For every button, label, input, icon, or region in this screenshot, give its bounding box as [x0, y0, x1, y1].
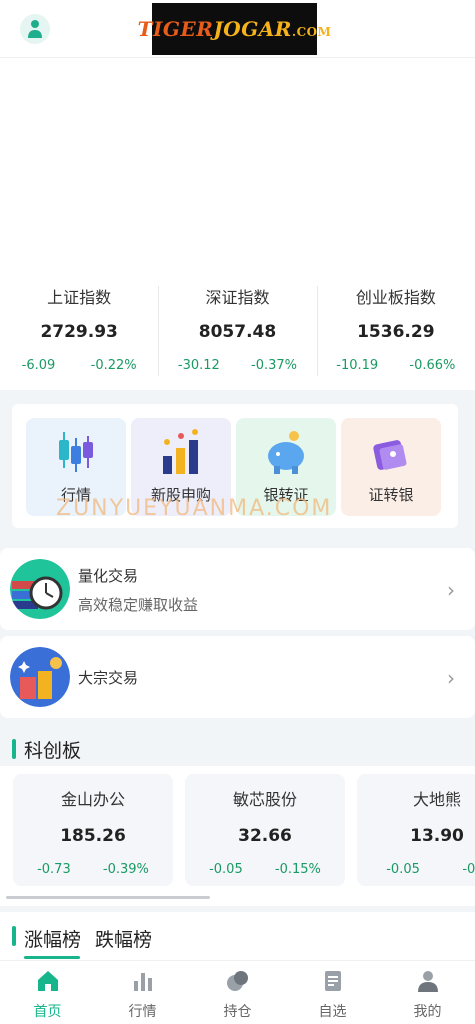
quick-label: 行情: [60, 486, 91, 504]
candlestick-icon: [59, 432, 93, 472]
bar-growth-icon: [163, 429, 198, 474]
stock-name: 大地熊: [412, 790, 461, 809]
top-header: TIGERJOGAR.COM: [0, 0, 475, 58]
quant-trading-card[interactable]: 量化交易 高效稳定赚取收益 ›: [0, 548, 475, 630]
market-indices: 上证指数 2729.93 -6.09 -0.22% 深证指数 8057.48 -…: [0, 266, 475, 390]
feature-title: 大宗交易: [78, 669, 139, 687]
user-icon: [28, 20, 42, 38]
home-icon: [37, 971, 58, 991]
section-accent-bar: [12, 926, 16, 946]
rank-tabs: 涨幅榜 跌幅榜: [0, 912, 475, 960]
index-card-cyb[interactable]: 创业板指数 1536.29 -10.19 -0.66%: [316, 266, 475, 390]
user-icon: [417, 971, 438, 992]
chevron-right-icon: ›: [447, 666, 455, 690]
index-value: 1536.29: [357, 322, 435, 342]
quick-ipo-button[interactable]: 新股申购: [131, 418, 231, 516]
wallet-icon: [373, 440, 407, 470]
stock-change: -0.05: [386, 862, 420, 877]
piggy-bank-icon: [268, 431, 304, 474]
nav-label: 持仓: [223, 1004, 252, 1020]
index-value: 8057.48: [198, 322, 277, 342]
logo-text: TIGERJOGAR.COM: [137, 17, 332, 41]
stock-change-pct: -0.39%: [102, 862, 149, 877]
stock-change: -0.73: [37, 862, 71, 877]
bar-chart-icon: [133, 973, 152, 991]
clock-money-icon: [10, 559, 70, 619]
index-name: 上证指数: [47, 288, 112, 307]
nav-holdings[interactable]: 持仓: [190, 961, 285, 1024]
quick-actions: 行情 新股申购 银转证 证转银: [12, 404, 458, 528]
index-change: -6.09: [21, 358, 56, 373]
index-name: 深证指数: [205, 288, 270, 307]
quick-bank-to-sec-button[interactable]: 银转证: [236, 418, 336, 516]
nav-home[interactable]: 首页: [0, 961, 95, 1024]
stock-change: -0.05: [209, 862, 243, 877]
stock-name: 敏芯股份: [232, 790, 297, 809]
nav-label: 首页: [33, 1004, 62, 1020]
stock-price: 13.90: [410, 826, 464, 846]
quick-label: 银转证: [263, 486, 309, 504]
stock-card[interactable]: 金山办公 185.26 -0.73 -0.39%: [13, 774, 173, 886]
quick-label: 新股申购: [150, 486, 211, 504]
stock-name: 金山办公: [60, 790, 125, 809]
index-change-pct: -0.22%: [90, 358, 137, 373]
carousel-scrollbar[interactable]: [6, 896, 210, 899]
index-change-pct: -0.66%: [409, 358, 456, 373]
brand-logo: TIGERJOGAR.COM: [138, 3, 331, 55]
index-value: 2729.93: [40, 322, 118, 342]
active-tab-indicator: [24, 956, 80, 959]
block-trading-card[interactable]: 大宗交易 ›: [0, 636, 475, 718]
nav-profile[interactable]: 我的: [380, 961, 475, 1024]
stock-change-pct: -0.15%: [274, 862, 321, 877]
kechuang-carousel[interactable]: 金山办公 185.26 -0.73 -0.39% 敏芯股份 32.66 -0.0…: [0, 766, 475, 906]
index-name: 创业板指数: [355, 288, 436, 307]
nav-label: 行情: [128, 1004, 157, 1020]
list-icon: [324, 971, 341, 991]
index-change-pct: -0.37%: [251, 358, 298, 373]
chevron-right-icon: ›: [447, 578, 455, 602]
tab-gainers[interactable]: 涨幅榜: [24, 925, 81, 952]
stock-change-pct: -0.3: [462, 862, 475, 877]
nav-label: 自选: [318, 1004, 347, 1020]
section-title-kechuang: 科创板: [12, 736, 81, 763]
feature-title: 量化交易: [78, 567, 139, 585]
quick-market-button[interactable]: 行情: [26, 418, 126, 516]
stock-price: 185.26: [60, 826, 126, 846]
rocket-money-icon: [10, 647, 70, 707]
bottom-navigation: 首页 行情 持仓 自选 我的: [0, 960, 475, 1024]
banner-area[interactable]: [0, 58, 475, 266]
index-change: -30.12: [177, 358, 220, 373]
quick-label: 证转银: [368, 486, 414, 504]
nav-watchlist[interactable]: 自选: [285, 961, 380, 1024]
stock-card[interactable]: 敏芯股份 32.66 -0.05 -0.15%: [185, 774, 345, 886]
index-card-sh[interactable]: 上证指数 2729.93 -6.09 -0.22%: [0, 266, 158, 390]
coins-icon: [226, 971, 248, 991]
stock-price: 32.66: [238, 826, 292, 846]
quick-sec-to-bank-button[interactable]: 证转银: [341, 418, 441, 516]
tab-losers[interactable]: 跌幅榜: [95, 925, 152, 952]
user-avatar-button[interactable]: [20, 14, 50, 44]
index-change: -10.19: [336, 358, 379, 373]
nav-market[interactable]: 行情: [95, 961, 190, 1024]
feature-subtitle: 高效稳定赚取收益: [78, 596, 199, 614]
nav-label: 我的: [413, 1004, 442, 1020]
stock-card[interactable]: 大地熊 13.90 -0.05 -0.3: [357, 774, 475, 886]
index-card-sz[interactable]: 深证指数 8057.48 -30.12 -0.37%: [158, 266, 316, 390]
